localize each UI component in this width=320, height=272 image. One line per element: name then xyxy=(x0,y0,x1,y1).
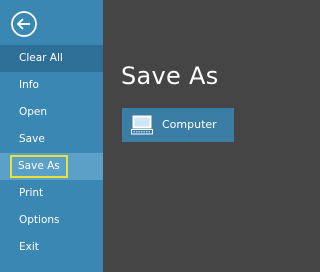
menu-item-save[interactable]: Save xyxy=(0,126,103,153)
menu-item-label: Print xyxy=(19,187,44,199)
location-label: Computer xyxy=(162,118,217,131)
menu-item-options[interactable]: Options xyxy=(0,207,103,234)
back-arrow-icon xyxy=(11,11,37,37)
page-title: Save As xyxy=(121,62,219,90)
backstage-sidebar: Clear All Info Open Save Save As Print O… xyxy=(0,0,103,272)
menu-item-clear-all[interactable]: Clear All xyxy=(0,45,103,72)
menu-item-label: Exit xyxy=(19,241,39,253)
menu-item-label: Clear All xyxy=(19,52,63,64)
back-button[interactable] xyxy=(10,10,38,38)
backstage-menu: Clear All Info Open Save Save As Print O… xyxy=(0,45,103,261)
menu-item-save-as[interactable]: Save As xyxy=(0,153,103,180)
menu-item-label: Save As xyxy=(10,154,68,178)
location-computer-button[interactable]: Computer xyxy=(122,108,234,142)
menu-item-label: Save xyxy=(19,133,45,145)
main-content: Save As Computer xyxy=(103,0,319,272)
computer-icon xyxy=(131,115,153,135)
menu-item-print[interactable]: Print xyxy=(0,180,103,207)
menu-item-info[interactable]: Info xyxy=(0,72,103,99)
menu-item-label: Open xyxy=(19,106,48,118)
menu-item-open[interactable]: Open xyxy=(0,99,103,126)
menu-item-label: Options xyxy=(19,214,60,226)
menu-item-exit[interactable]: Exit xyxy=(0,234,103,261)
menu-item-label: Info xyxy=(19,79,39,91)
